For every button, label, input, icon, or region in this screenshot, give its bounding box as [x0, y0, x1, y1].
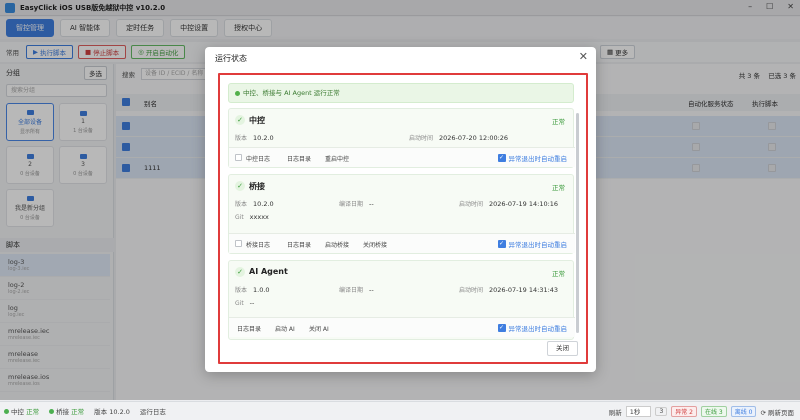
log-checkbox[interactable] [235, 154, 242, 161]
start-bridge-button[interactable]: 启动桥接 [325, 240, 349, 249]
refresh-page-button[interactable]: ⟳ 刷新页面 [760, 407, 794, 417]
status-bar: 中控 正常 桥接 正常 版本 10.2.0 运行日志 刷新 1秒 3 异常 2 … [0, 401, 800, 420]
service-name: 中控 [249, 116, 265, 125]
dialog-title: 运行状态 [215, 54, 247, 63]
close-icon[interactable]: ✕ [579, 50, 588, 63]
check-icon: ✓ [235, 181, 245, 191]
service-start-time: 启动时间 2026-07-20 12:00:26 [409, 134, 509, 142]
service-version: 版本 10.2.0 [235, 134, 274, 142]
online-badge: 在线 3 [701, 406, 727, 417]
bridge-log-button[interactable]: 桥接日志 [246, 240, 270, 249]
service-state: 正常 [552, 270, 565, 278]
log-dir-button[interactable]: 日志目录 [287, 240, 311, 249]
service-build-date: 编译日期 -- [339, 200, 374, 208]
status-banner: 中控、桥接与 AI Agent 运行正常 [228, 83, 574, 103]
offline-badge: 离线 0 [730, 406, 757, 417]
service-card-center: ✓ 中控 正常 版本 10.2.0 启动时间 2026-07-20 12:00:26… [228, 108, 575, 168]
service-actions: 中控日志 日志目录 重启中控 ✓ 异常退出时自动重启 [229, 147, 575, 167]
log-checkbox[interactable] [235, 240, 242, 247]
total-badge: 3 [655, 407, 668, 416]
service-name: AI Agent [249, 267, 288, 276]
service-state: 正常 [552, 118, 565, 126]
check-icon: ✓ [235, 115, 245, 125]
service-version: 版本 1.0.0 [235, 286, 270, 294]
service-card-bridge: ✓ 桥接 正常 版本 10.2.0 编译日期 -- 启动时间 2026-07-19 1… [228, 174, 575, 254]
close-button[interactable]: 关闭 [547, 341, 578, 356]
checkbox-checked-icon: ✓ [497, 324, 506, 332]
log-dir-button[interactable]: 日志目录 [287, 154, 311, 163]
auto-restart-checkbox[interactable]: ✓ 异常退出时自动重启 [497, 323, 567, 333]
service-start-time: 启动时间 2026-07-19 14:31:43 [459, 286, 559, 294]
dialog-content-highlight: 中控、桥接与 AI Agent 运行正常 ✓ 中控 正常 版本 10.2.0 启动… [218, 73, 588, 364]
refresh-interval-select[interactable]: 1秒 [625, 406, 652, 417]
auto-restart-checkbox[interactable]: ✓ 异常退出时自动重启 [497, 239, 567, 249]
checkbox-checked-icon: ✓ [497, 240, 506, 248]
refresh-icon: ⟳ [760, 408, 766, 417]
checkbox-checked-icon: ✓ [497, 154, 506, 162]
bridge-status: 桥接 正常 [49, 406, 84, 416]
services-scroll-area[interactable]: ✓ 中控 正常 版本 10.2.0 启动时间 2026-07-20 12:00:26… [228, 108, 580, 340]
log-dir-button[interactable]: 日志目录 [237, 324, 261, 333]
dialog-scrollbar[interactable] [576, 113, 579, 333]
auto-restart-checkbox[interactable]: ✓ 异常退出时自动重启 [497, 153, 567, 163]
refresh-label: 刷新 [608, 408, 622, 417]
service-state: 正常 [552, 184, 565, 192]
service-git: Git xxxxx [235, 213, 269, 221]
center-log-button[interactable]: 中控日志 [246, 154, 270, 163]
start-ai-button[interactable]: 启动 AI [275, 324, 295, 333]
check-icon: ✓ [235, 267, 245, 277]
stop-ai-button[interactable]: 关闭 AI [309, 324, 329, 333]
service-actions: 桥接日志 日志目录 启动桥接 关闭桥接 ✓ 异常退出时自动重启 [229, 233, 575, 253]
stop-bridge-button[interactable]: 关闭桥接 [363, 240, 387, 249]
service-build-date: 编译日期 -- [339, 286, 374, 294]
error-badge: 异常 2 [671, 406, 697, 417]
run-status-dialog: 运行状态 ✕ 中控、桥接与 AI Agent 运行正常 ✓ 中控 正常 版本 10… [205, 47, 596, 372]
center-status: 中控 正常 [4, 406, 39, 416]
version-status: 版本 10.2.0 [94, 408, 130, 416]
status-right: 刷新 1秒 3 异常 2 在线 3 离线 0 ⟳ 刷新页面 [609, 406, 794, 417]
run-log-link[interactable]: 运行日志 [140, 406, 166, 416]
status-dot-icon [49, 409, 55, 414]
service-start-time: 启动时间 2026-07-19 14:10:16 [459, 200, 559, 208]
service-git: Git -- [235, 299, 255, 307]
service-actions: 日志目录 启动 AI 关闭 AI ✓ 异常退出时自动重启 [229, 317, 575, 337]
restart-center-button[interactable]: 重启中控 [325, 154, 349, 163]
service-card-ai-agent: ✓ AI Agent 正常 版本 1.0.0 编译日期 -- 启动时间 2026-07… [228, 260, 575, 340]
service-version: 版本 10.2.0 [235, 200, 274, 208]
status-dot-icon [4, 409, 9, 414]
service-name: 桥接 [249, 182, 265, 191]
